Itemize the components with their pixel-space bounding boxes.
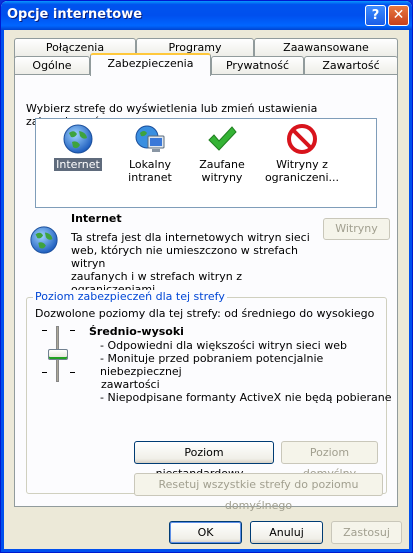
level-bullet: - Monituje przed pobraniem potencjalnie … <box>100 352 324 378</box>
zone-trusted-sites-label-1: Zaufane <box>199 158 245 171</box>
security-tab-panel: Wybierz strefę do wyświetlenia lub zmień… <box>14 74 398 512</box>
tab-privacy[interactable]: Prywatność <box>211 56 304 76</box>
computer-icon <box>134 123 166 155</box>
check-icon <box>206 123 238 155</box>
globe-icon <box>62 123 94 155</box>
help-button[interactable]: ? <box>365 5 386 26</box>
zone-local-intranet-label-1: Lokalny <box>128 158 172 171</box>
window-frame-left <box>1 30 4 552</box>
zone-trusted-sites[interactable]: Zaufane witryny <box>187 119 257 184</box>
apply-button[interactable]: Zastosuj <box>331 521 402 544</box>
reset-all-zones-button[interactable]: Resetuj wszystkie strefy do poziomu domy… <box>134 473 383 512</box>
level-description: - Odpowiedni dla większości witryn sieci… <box>100 339 397 404</box>
zone-name: Internet <box>71 212 122 225</box>
default-level-button[interactable]: Poziom domyślny <box>281 441 378 480</box>
zone-local-intranet-label-2: intranet <box>128 171 172 184</box>
security-slider-thumb[interactable] <box>48 349 68 360</box>
window-frame-bottom <box>1 549 412 552</box>
zone-trusted-sites-label-2: witryny <box>201 171 243 184</box>
forbidden-icon <box>286 123 318 155</box>
tab-advanced[interactable]: Zaawansowane <box>254 38 398 58</box>
zone-restricted-sites-label-2: ograniczeni... <box>264 171 340 184</box>
zone-description: Ta strefa jest dla internetowych witryn … <box>71 231 321 296</box>
internet-options-window: Opcje internetowe ? ✕ Połączenia Program… <box>0 0 413 553</box>
tab-general[interactable]: Ogólne <box>14 56 90 76</box>
security-level-group-label: Poziom zabezpieczeń dla tej strefy <box>33 290 227 303</box>
tab-security[interactable]: Zabezpieczenia <box>90 53 211 76</box>
level-bullet: - Niepodpisane formanty ActiveX nie będą… <box>100 391 392 404</box>
slider-tick <box>42 372 47 373</box>
zone-description-line: Ta strefa jest dla internetowych witryn … <box>71 231 310 244</box>
slider-tick <box>42 330 47 331</box>
globe-icon <box>29 225 59 255</box>
zone-description-line: web, których nie umieszczono w strefach … <box>71 244 298 270</box>
cancel-button[interactable]: Anuluj <box>250 521 323 544</box>
slider-tick <box>70 372 75 373</box>
slider-tick <box>70 330 75 331</box>
zone-restricted-sites-label-1: Witryny z <box>276 158 328 171</box>
close-button[interactable]: ✕ <box>388 5 409 26</box>
custom-level-button[interactable]: Poziom niestandardowy... <box>134 441 274 480</box>
window-title: Opcje internetowe <box>7 7 143 22</box>
zone-local-intranet[interactable]: Lokalny intranet <box>115 119 185 184</box>
level-bullet: - Odpowiedni dla większości witryn sieci… <box>100 339 347 352</box>
zone-restricted-sites[interactable]: Witryny z ograniczeni... <box>259 119 345 184</box>
sites-button[interactable]: Witryny <box>323 218 390 240</box>
title-bar[interactable]: Opcje internetowe ? ✕ <box>1 1 412 30</box>
zone-internet[interactable]: Internet <box>43 119 113 171</box>
tab-content[interactable]: Zawartość <box>304 56 398 76</box>
level-bullet: zawartości <box>101 378 160 391</box>
level-name: Średnio-wysoki <box>89 325 184 338</box>
zone-internet-label: Internet <box>54 158 102 171</box>
zone-list[interactable]: Internet Lokalny intranet Zaufane witryn… <box>35 118 377 208</box>
window-frame-right <box>409 30 412 552</box>
allowed-levels-text: Dozwolone poziomy dla tej strefy: od śre… <box>35 307 375 320</box>
ok-button[interactable]: OK <box>169 521 242 544</box>
